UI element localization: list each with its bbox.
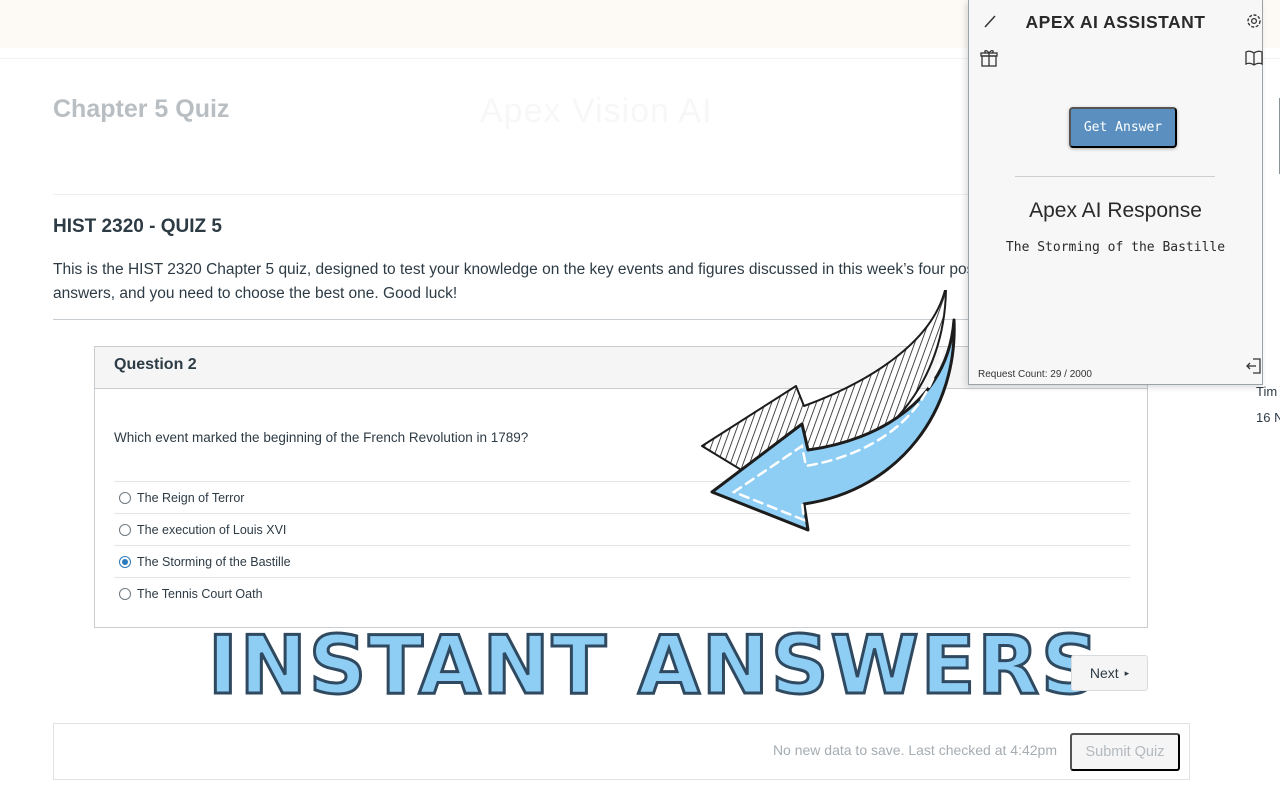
next-button[interactable]: Next ▸	[1071, 655, 1148, 691]
radio-button[interactable]	[119, 588, 131, 600]
triangle-right-icon: ▸	[1124, 667, 1130, 678]
sidebar-edge	[1276, 98, 1280, 174]
book-icon[interactable]	[1243, 47, 1265, 69]
ai-panel-divider	[1015, 176, 1215, 177]
question-text: Which event marked the beginning of the …	[114, 430, 529, 445]
radio-button[interactable]	[119, 491, 131, 504]
curved-arrow-icon	[701, 290, 956, 532]
logout-icon[interactable]	[1243, 355, 1265, 377]
quiz-heading: HIST 2320 - QUIZ 5	[53, 216, 222, 237]
gift-icon[interactable]	[978, 47, 1000, 69]
watermark: Apex Vision AI	[480, 92, 713, 130]
answer-option[interactable]: The Tennis Court Oath	[114, 578, 1130, 610]
ai-assistant-panel: APEX AI ASSISTANT Get Answer Apex AI Res…	[968, 0, 1263, 385]
answer-option[interactable]: The Reign of Terror	[114, 482, 1130, 514]
answer-label: The Reign of Terror	[137, 490, 245, 505]
next-label: Next	[1089, 665, 1119, 681]
save-status-text: No new data to save. Last checked at 4:4…	[772, 742, 1057, 758]
submit-quiz-button[interactable]: Submit Quiz	[1070, 733, 1180, 771]
page-title: Chapter 5 Quiz	[53, 95, 230, 123]
get-answer-button[interactable]: Get Answer	[1069, 107, 1177, 148]
answer-label: The Storming of the Bastille	[137, 554, 291, 569]
request-count: Request Count: 29 / 2000	[978, 369, 1092, 380]
radio-button-selected[interactable]	[119, 555, 131, 568]
answer-label: The execution of Louis XVI	[137, 522, 287, 537]
answer-label: The Tennis Court Oath	[137, 587, 263, 601]
sidebar-date-label: 16 N	[1256, 410, 1280, 425]
gear-icon[interactable]	[1243, 10, 1265, 32]
answer-option[interactable]: The execution of Louis XVI	[114, 514, 1130, 546]
quiz-footer: No new data to save. Last checked at 4:4…	[53, 723, 1190, 780]
radio-button[interactable]	[119, 523, 131, 536]
sidebar-time-label: Tim	[1256, 384, 1278, 399]
ai-response-title: Apex AI Response	[1029, 199, 1202, 222]
question-card: Question 2 Which event marked the beginn…	[94, 346, 1148, 628]
promo-banner-text: INSTANT ANSWERS	[207, 618, 1101, 714]
answer-option[interactable]: The Storming of the Bastille	[114, 546, 1130, 578]
ai-response-text: The Storming of the Bastille	[1005, 240, 1226, 255]
ai-panel-title: APEX AI ASSISTANT	[1025, 12, 1206, 32]
answer-list: The Reign of Terror The execution of Lou…	[114, 481, 1130, 610]
